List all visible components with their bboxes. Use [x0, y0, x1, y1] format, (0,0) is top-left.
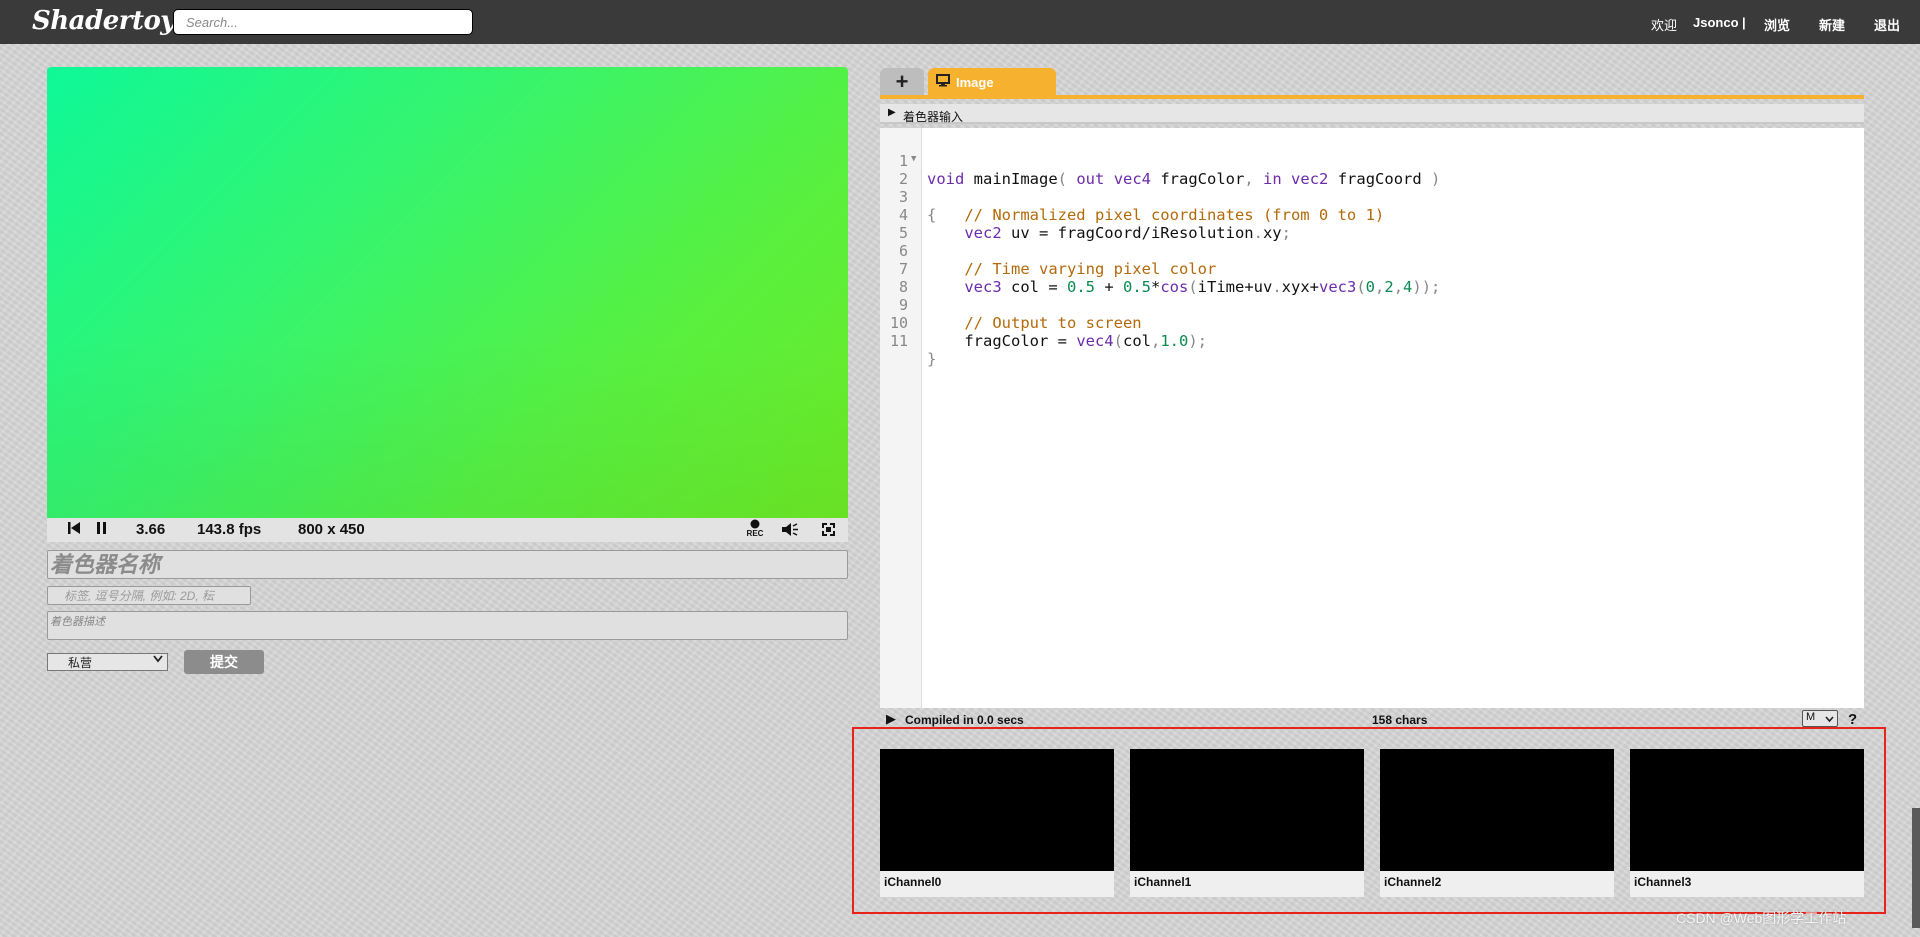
- code-line: 2 ▼ {: [880, 152, 1864, 224]
- channel-preview[interactable]: [1630, 749, 1864, 871]
- tags-input[interactable]: [47, 586, 251, 605]
- fullscreen-icon[interactable]: [821, 522, 836, 541]
- rewind-icon[interactable]: [67, 520, 81, 540]
- record-icon[interactable]: REC: [744, 519, 766, 538]
- expand-triangle-icon: ▶: [888, 107, 896, 118]
- channel-preview[interactable]: [1380, 749, 1614, 871]
- code-line: 11 }: [880, 314, 1864, 368]
- code-line: 3 // Normalized pixel coordinates (from …: [880, 170, 1864, 224]
- code-line: 8: [880, 260, 1864, 296]
- channel-label: iChannel2: [1380, 871, 1614, 897]
- shader-inputs-toggle[interactable]: ▶ 着色器输入: [880, 104, 1864, 124]
- tab-image-label: Image: [956, 75, 994, 90]
- top-bar: Shadertoy 欢迎 Jsonco | 浏览 新建 退出: [0, 0, 1920, 44]
- player-controls: 3.66 143.8 fps 800 x 450 REC: [47, 518, 848, 542]
- channel-label: iChannel0: [880, 871, 1114, 897]
- welcome-text: 欢迎: [1651, 18, 1678, 33]
- help-button[interactable]: ?: [1848, 711, 1857, 728]
- shader-description-input[interactable]: [47, 611, 848, 640]
- line-number: 11: [889, 332, 908, 350]
- code-line: 9 // Output to screen: [880, 278, 1864, 332]
- channel-slot-1[interactable]: iChannel1: [1130, 749, 1364, 897]
- monitor-icon: [936, 74, 950, 90]
- editor-status-bar: ▶ Compiled in 0.0 secs 158 chars M ?: [880, 709, 1864, 729]
- submit-button[interactable]: 提交: [184, 650, 264, 674]
- channel-slot-2[interactable]: iChannel2: [1380, 749, 1614, 897]
- fold-arrow-icon[interactable]: ▼: [911, 154, 916, 164]
- compile-play-icon[interactable]: ▶: [886, 711, 896, 727]
- search-input[interactable]: [173, 9, 473, 35]
- editor-mode-select[interactable]: M: [1802, 710, 1838, 727]
- scrollbar-thumb[interactable]: [1912, 808, 1920, 928]
- username-link[interactable]: Jsonco: [1693, 15, 1739, 30]
- channel-preview[interactable]: [1130, 749, 1364, 871]
- channel-slot-3[interactable]: iChannel3: [1630, 749, 1864, 897]
- code-line: 10 fragColor = vec4(col,1.0);: [880, 296, 1864, 350]
- code-line: 5: [880, 206, 1864, 242]
- volume-icon[interactable]: [780, 521, 800, 542]
- channel-preview[interactable]: [880, 749, 1114, 871]
- chevron-down-icon: [1825, 716, 1834, 723]
- add-pass-tab[interactable]: +: [880, 68, 924, 95]
- char-count: 158 chars: [1372, 713, 1428, 727]
- editor-mode-value: M: [1806, 711, 1816, 723]
- rec-label: REC: [746, 529, 764, 538]
- watermark: CSDN @Web图形学工作站: [1676, 910, 1847, 926]
- chevron-down-icon: [153, 655, 163, 666]
- code-line: 6 // Time varying pixel color: [880, 224, 1864, 278]
- channel-label: iChannel1: [1130, 871, 1364, 897]
- pause-icon[interactable]: [96, 520, 108, 540]
- fps-readout: 143.8 fps: [197, 521, 262, 538]
- code-line: 1 void mainImage( out vec4 fragColor, in…: [880, 134, 1864, 188]
- viewport-shade: [47, 67, 848, 518]
- privacy-value: 私营: [68, 656, 93, 670]
- shadertoy-logo[interactable]: Shadertoy: [32, 6, 175, 36]
- channel-slot-0[interactable]: iChannel0: [880, 749, 1114, 897]
- logout-link[interactable]: 退出: [1874, 15, 1900, 34]
- channel-label: iChannel3: [1630, 871, 1864, 897]
- tab-image[interactable]: Image: [928, 68, 1056, 95]
- code-editor[interactable]: 1 void mainImage( out vec4 fragColor, in…: [880, 128, 1864, 708]
- code-line: 4 vec2 uv = fragCoord/iResolution.xy;: [880, 188, 1864, 242]
- browse-link[interactable]: 浏览: [1764, 15, 1790, 34]
- shader-inputs-label: 着色器输入: [903, 110, 964, 124]
- tab-underline: [880, 95, 1864, 99]
- nav-separator: |: [1742, 15, 1746, 30]
- resolution-readout: 800 x 450: [298, 521, 365, 538]
- shader-name-input[interactable]: [47, 550, 848, 579]
- time-readout: 3.66: [136, 521, 166, 538]
- code-line: 7 vec3 col = 0.5 + 0.5*cos(iTime+uv.xyx+…: [880, 242, 1864, 296]
- compile-status: Compiled in 0.0 secs: [905, 713, 1024, 727]
- privacy-select[interactable]: 私营: [47, 653, 168, 671]
- new-link[interactable]: 新建: [1819, 15, 1845, 34]
